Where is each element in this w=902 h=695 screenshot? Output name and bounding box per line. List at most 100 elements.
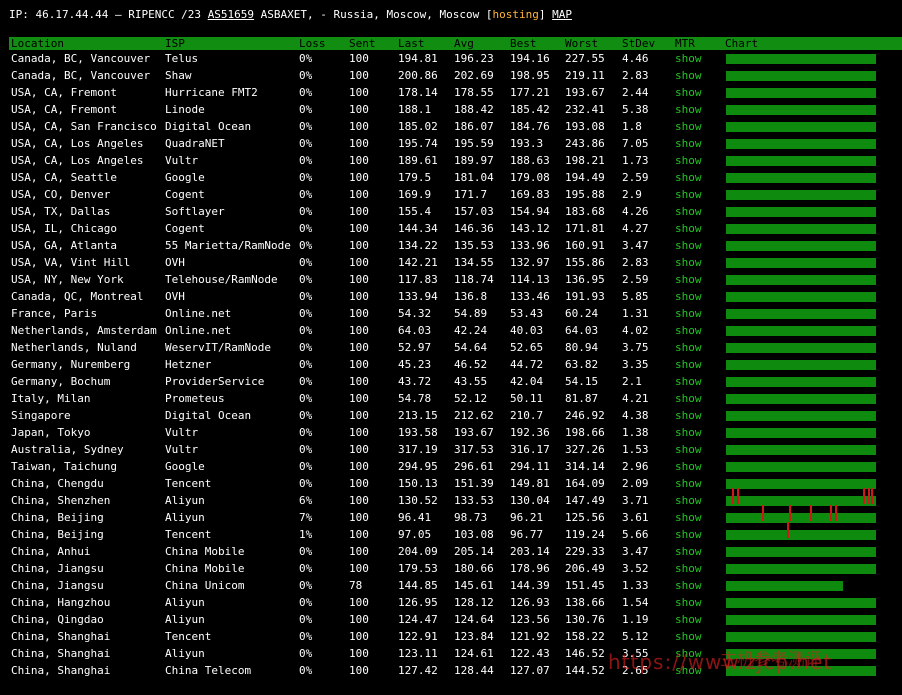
mtr-show-link[interactable]: show xyxy=(675,135,702,152)
mtr-show-link[interactable]: show xyxy=(675,169,702,186)
cell-stdev: 1.8 xyxy=(622,120,642,133)
cell-worst: 151.45 xyxy=(565,579,605,592)
cell-last: 54.78 xyxy=(398,392,432,405)
mtr-show-link[interactable]: show xyxy=(675,526,702,543)
cell-best: 143.12 xyxy=(510,222,550,235)
mtr-show-link[interactable]: show xyxy=(675,475,702,492)
cell-worst: 191.93 xyxy=(565,290,605,303)
cell-loss: 6% xyxy=(299,494,313,507)
cell-worst: 147.49 xyxy=(565,494,605,507)
map-link[interactable]: MAP xyxy=(552,8,572,21)
cell-sent: 100 xyxy=(349,426,369,439)
mtr-show-link[interactable]: show xyxy=(675,322,702,339)
cell-stdev: 3.75 xyxy=(622,341,649,354)
cell-sent: 100 xyxy=(349,290,369,303)
table-row: China, Shanghai Tencent 0% 100 122.91 123.84 1… xyxy=(9,628,902,645)
mtr-show-link[interactable]: show xyxy=(675,560,702,577)
hosting-badge: hosting xyxy=(492,8,539,21)
mtr-show-link[interactable]: show xyxy=(675,492,702,509)
cell-loss: 0% xyxy=(299,392,313,405)
cell-sent: 100 xyxy=(349,392,369,405)
cell-loss: 0% xyxy=(299,460,313,473)
mtr-show-link[interactable]: show xyxy=(675,458,702,475)
column-header-stdev: StDev xyxy=(622,37,656,50)
mtr-show-link[interactable]: show xyxy=(675,152,702,169)
cell-last: 193.58 xyxy=(398,426,438,439)
cell-sent: 100 xyxy=(349,307,369,320)
mtr-show-link[interactable]: show xyxy=(675,390,702,407)
cell-isp: Aliyun xyxy=(165,511,205,524)
mtr-show-link[interactable]: show xyxy=(675,203,702,220)
asn-info: ASBAXET, - Russia, Moscow, Moscow [ xyxy=(254,8,493,21)
cell-best: 52.65 xyxy=(510,341,544,354)
mtr-show-link[interactable]: show xyxy=(675,509,702,526)
latency-chart-bar xyxy=(726,122,876,132)
cell-stdev: 2.1 xyxy=(622,375,642,388)
mtr-show-link[interactable]: show xyxy=(675,594,702,611)
asn-link[interactable]: AS51659 xyxy=(208,8,254,21)
cell-worst: 193.08 xyxy=(565,120,605,133)
mtr-show-link[interactable]: show xyxy=(675,84,702,101)
cell-avg: 133.53 xyxy=(454,494,494,507)
mtr-show-link[interactable]: show xyxy=(675,101,702,118)
mtr-show-link[interactable]: show xyxy=(675,67,702,84)
mtr-show-link[interactable]: show xyxy=(675,50,702,67)
table-row: USA, GA, Atlanta 55 Marietta/RamNode 0% 100… xyxy=(9,237,902,254)
mtr-show-link[interactable]: show xyxy=(675,118,702,135)
cell-stdev: 2.83 xyxy=(622,69,649,82)
cell-last: 134.22 xyxy=(398,239,438,252)
table-row: Canada, QC, Montreal OVH 0% 100 133.94 136.8 1… xyxy=(9,288,902,305)
cell-sent: 100 xyxy=(349,341,369,354)
cell-best: 122.43 xyxy=(510,647,550,660)
cell-best: 178.96 xyxy=(510,562,550,575)
cell-isp: Cogent xyxy=(165,188,205,201)
mtr-show-link[interactable]: show xyxy=(675,271,702,288)
cell-stdev: 2.83 xyxy=(622,256,649,269)
mtr-show-link[interactable]: show xyxy=(675,543,702,560)
column-header-isp: ISP xyxy=(165,37,185,50)
mtr-show-link[interactable]: show xyxy=(675,441,702,458)
mtr-show-link[interactable]: show xyxy=(675,577,702,594)
table-row: China, Beijing Aliyun 7% 100 96.41 98.73 96.21… xyxy=(9,505,902,526)
cell-sent: 100 xyxy=(349,664,369,677)
mtr-show-link[interactable]: show xyxy=(675,424,702,441)
cell-avg: 124.61 xyxy=(454,647,494,660)
mtr-show-link[interactable]: show xyxy=(675,373,702,390)
cell-stdev: 5.38 xyxy=(622,103,649,116)
cell-sent: 100 xyxy=(349,154,369,167)
cell-sent: 100 xyxy=(349,222,369,235)
mtr-show-link[interactable]: show xyxy=(675,220,702,237)
cell-location: USA, CO, Denver xyxy=(11,188,111,201)
cell-worst: 229.33 xyxy=(565,545,605,558)
cell-loss: 0% xyxy=(299,120,313,133)
mtr-show-link[interactable]: show xyxy=(675,407,702,424)
mtr-show-link[interactable]: show xyxy=(675,254,702,271)
cell-stdev: 4.38 xyxy=(622,409,649,422)
cell-best: 294.11 xyxy=(510,460,550,473)
cell-loss: 0% xyxy=(299,256,313,269)
cell-isp: Hurricane FMT2 xyxy=(165,86,258,99)
column-header-last: Last xyxy=(398,37,425,50)
packet-loss-spike xyxy=(863,488,865,504)
latency-chart-bar xyxy=(726,258,876,268)
mtr-show-link[interactable]: show xyxy=(675,305,702,322)
mtr-show-link[interactable]: show xyxy=(675,339,702,356)
cell-sent: 100 xyxy=(349,205,369,218)
cell-avg: 134.55 xyxy=(454,256,494,269)
table-row: China, Anhui China Mobile 0% 100 204.09 205.1… xyxy=(9,543,902,560)
latency-chart-bar xyxy=(726,445,876,455)
cell-last: 45.23 xyxy=(398,358,432,371)
cell-loss: 0% xyxy=(299,103,313,116)
mtr-show-link[interactable]: show xyxy=(675,611,702,628)
latency-chart-bar xyxy=(726,139,876,149)
mtr-show-link[interactable]: show xyxy=(675,186,702,203)
mtr-show-link[interactable]: show xyxy=(675,288,702,305)
cell-isp: Google xyxy=(165,171,205,184)
mtr-show-link[interactable]: show xyxy=(675,356,702,373)
cell-sent: 100 xyxy=(349,613,369,626)
cell-isp: Cogent xyxy=(165,222,205,235)
mtr-show-link[interactable]: show xyxy=(675,628,702,645)
mtr-show-link[interactable]: show xyxy=(675,237,702,254)
cell-last: 96.41 xyxy=(398,511,432,524)
cell-last: 117.83 xyxy=(398,273,438,286)
